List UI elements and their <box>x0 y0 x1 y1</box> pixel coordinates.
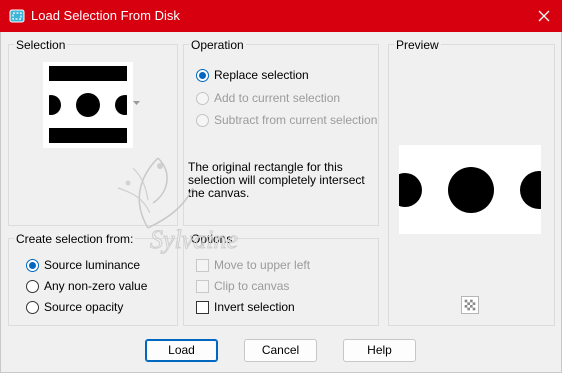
help-button[interactable]: Help <box>343 339 416 362</box>
radio-source-luminance[interactable]: Source luminance <box>26 257 140 273</box>
preview-group-label: Preview <box>394 38 441 52</box>
radio-label: Replace selection <box>214 68 309 82</box>
radio-button[interactable] <box>196 91 209 105</box>
checkbox-invert-selection[interactable]: Invert selection <box>196 299 295 315</box>
radio-button[interactable] <box>26 279 39 293</box>
checkbox[interactable] <box>196 279 209 293</box>
create-selection-from-label: Create selection from: <box>14 232 136 246</box>
close-icon[interactable] <box>532 5 556 27</box>
checkbox[interactable] <box>196 258 209 272</box>
checkbox-label: Clip to canvas <box>214 279 290 293</box>
radio-button[interactable] <box>26 300 39 314</box>
selection-app-icon <box>9 9 25 23</box>
radio-button[interactable] <box>196 113 209 127</box>
radio-label: Subtract from current selection <box>214 113 378 127</box>
checkbox-label: Invert selection <box>214 300 295 314</box>
title-bar: Load Selection From Disk <box>0 0 562 32</box>
radio-source-opacity[interactable]: Source opacity <box>26 299 123 315</box>
cancel-button[interactable]: Cancel <box>244 339 317 362</box>
radio-button[interactable] <box>26 258 39 272</box>
preview-image <box>399 145 541 234</box>
chevron-down-icon[interactable] <box>133 101 140 106</box>
radio-replace-selection[interactable]: Replace selection <box>196 67 309 83</box>
window-title: Load Selection From Disk <box>31 8 180 23</box>
checkbox-label: Move to upper left <box>214 258 311 272</box>
checkerboard-icon[interactable] <box>461 296 479 314</box>
radio-label: Any non-zero value <box>44 279 148 293</box>
radio-subtract-from-current-selection[interactable]: Subtract from current selection <box>196 112 377 128</box>
checkbox[interactable] <box>196 300 209 314</box>
selection-group-label: Selection <box>14 38 68 52</box>
intersection-note: The original rectangle for this selectio… <box>188 160 365 200</box>
radio-label: Source opacity <box>44 300 124 314</box>
radio-add-to-current-selection[interactable]: Add to current selection <box>196 90 340 106</box>
checkbox-move-to-upper-left[interactable]: Move to upper left <box>196 257 310 273</box>
radio-label: Source luminance <box>44 258 141 272</box>
load-button[interactable]: Load <box>145 339 218 362</box>
selection-thumbnail[interactable] <box>43 62 133 148</box>
radio-any-non-zero-value[interactable]: Any non-zero value <box>26 278 147 294</box>
radio-label: Add to current selection <box>214 91 341 105</box>
options-group-label: Options <box>189 232 235 246</box>
radio-button[interactable] <box>196 68 209 82</box>
operation-group-label: Operation <box>189 38 246 52</box>
checkbox-clip-to-canvas[interactable]: Clip to canvas <box>196 278 289 294</box>
